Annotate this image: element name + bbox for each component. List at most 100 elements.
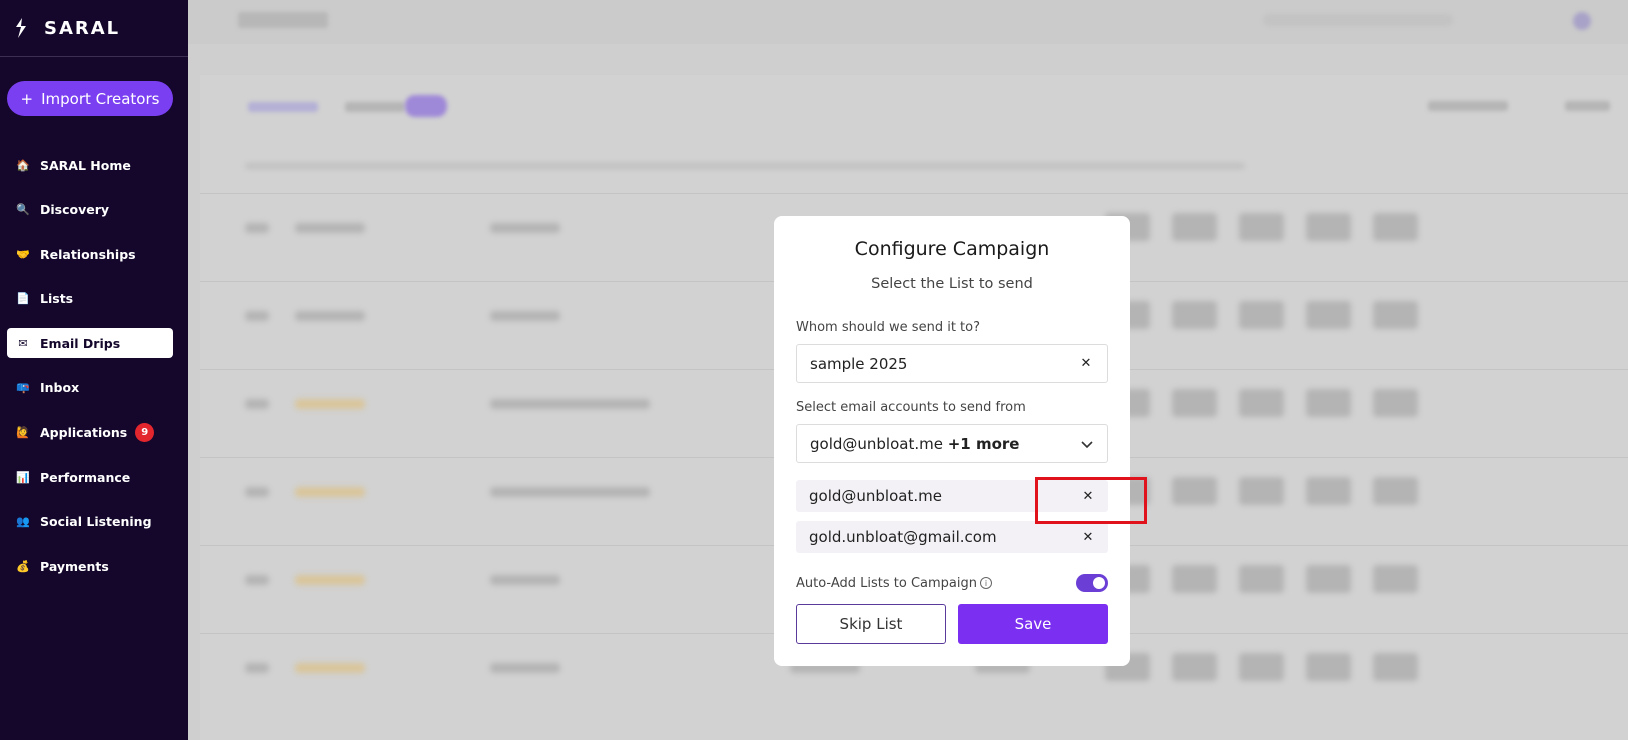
recipient-select[interactable]: sample 2025 ✕ <box>796 344 1108 383</box>
table-metric-blurred <box>1306 213 1351 241</box>
table-metric-blurred <box>1239 565 1284 593</box>
bar-chart-icon: 📊 <box>16 470 30 484</box>
highlight-box <box>1035 477 1147 524</box>
table-cell-blurred <box>245 399 269 409</box>
sidebar-item-lists[interactable]: 📄 Lists <box>7 284 173 314</box>
auto-add-row: Auto-Add Lists to Campaign i <box>796 573 1108 593</box>
filter-blurred <box>1428 101 1508 111</box>
table-row-divider <box>200 193 1628 194</box>
sidebar-item-discovery[interactable]: 🔍 Discovery <box>7 195 173 225</box>
remove-account-icon[interactable]: ✕ <box>1080 529 1096 545</box>
tab-badge-blurred <box>405 95 447 117</box>
house-icon: 🏠 <box>16 158 30 172</box>
import-creators-button[interactable]: + Import Creators <box>7 81 173 116</box>
table-metric-blurred <box>1306 389 1351 417</box>
sidebar-item-label: Performance <box>40 469 131 485</box>
table-cell-blurred <box>490 487 650 497</box>
money-bag-icon: 💰 <box>16 559 30 573</box>
notification-badge: 9 <box>135 423 155 443</box>
sidebar-item-applications[interactable]: 🙋 Applications 9 <box>7 418 173 448</box>
table-metric-blurred <box>1373 565 1418 593</box>
selected-account-email: gold@unbloat.me <box>809 487 942 505</box>
table-cell-blurred <box>245 575 269 585</box>
document-icon: 📄 <box>16 292 30 306</box>
table-metric-blurred <box>1373 653 1418 681</box>
sidebar-item-email-drips[interactable]: ✉ Email Drips <box>7 328 173 359</box>
handshake-icon: 🤝 <box>16 247 30 261</box>
table-metric-blurred <box>1172 213 1217 241</box>
sender-accounts-dropdown[interactable]: gold@unbloat.me +1 more <box>796 424 1108 463</box>
sidebar-nav: 🏠 SARAL Home 🔍 Discovery 🤝 Relationships 📄 List… <box>7 150 173 596</box>
table-metric-blurred <box>1172 301 1217 329</box>
avatar-blurred <box>1573 12 1591 30</box>
search-bar-blurred <box>1263 14 1453 26</box>
table-metric-blurred <box>1373 389 1418 417</box>
table-cell-blurred <box>295 223 365 233</box>
skip-list-button[interactable]: Skip List <box>796 604 946 644</box>
sidebar-item-label: Email Drips <box>40 335 121 351</box>
table-metric-blurred <box>1373 301 1418 329</box>
auto-add-toggle[interactable] <box>1076 574 1108 592</box>
table-cell-blurred <box>245 487 269 497</box>
brand[interactable]: SARAL <box>0 0 188 57</box>
table-metric-blurred <box>1306 565 1351 593</box>
sidebar-item-label: Lists <box>40 291 74 307</box>
sender-more-count: +1 more <box>947 434 1020 453</box>
sender-label: Select email accounts to send from <box>796 400 1026 415</box>
table-cell-blurred <box>490 311 560 321</box>
brand-name: SARAL <box>44 17 121 39</box>
table-metric-blurred <box>1306 301 1351 329</box>
sender-value: gold@unbloat.me <box>810 434 943 453</box>
table-cell-blurred <box>245 311 269 321</box>
table-metric-blurred <box>1239 301 1284 329</box>
modal-subtitle: Select the List to send <box>871 276 1033 292</box>
mailbox-icon: 📪 <box>16 381 30 395</box>
recipient-label: Whom should we send it to? <box>796 320 980 335</box>
sidebar-item-relationships[interactable]: 🤝 Relationships <box>7 239 173 269</box>
configure-campaign-modal: Configure Campaign Select the List to se… <box>774 216 1130 666</box>
selected-account-email: gold.unbloat@gmail.com <box>809 528 997 546</box>
table-metric-blurred <box>1172 389 1217 417</box>
table-cell-blurred <box>490 663 560 673</box>
sidebar-item-label: SARAL Home <box>40 157 131 173</box>
table-cell-blurred <box>245 663 269 673</box>
toggle-knob <box>1093 577 1105 589</box>
sidebar: SARAL + Import Creators 🏠 SARAL Home 🔍 Disc… <box>0 0 188 740</box>
saral-logo-icon <box>16 18 26 38</box>
table-header-blurred <box>245 163 1245 169</box>
sidebar-item-label: Social Listening <box>40 514 152 530</box>
auto-add-label: Auto-Add Lists to Campaign <box>796 575 977 591</box>
page-title-blurred <box>238 12 328 28</box>
magnifier-icon: 🔍 <box>16 203 30 217</box>
sidebar-item-payments[interactable]: 💰 Payments <box>7 551 173 581</box>
table-metric-blurred <box>1373 213 1418 241</box>
modal-title: Configure Campaign <box>854 238 1050 260</box>
sidebar-item-label: Inbox <box>40 380 80 396</box>
chevron-down-icon[interactable] <box>1080 437 1094 451</box>
clear-recipient-icon[interactable]: ✕ <box>1078 356 1094 372</box>
table-metric-blurred <box>1172 477 1217 505</box>
table-metric-blurred <box>1239 213 1284 241</box>
import-creators-label: Import Creators <box>41 89 160 108</box>
tab-blurred <box>345 102 405 112</box>
recipient-value: sample 2025 <box>810 354 908 373</box>
filter-blurred <box>1565 101 1610 111</box>
save-button[interactable]: Save <box>958 604 1108 644</box>
table-cell-blurred <box>295 311 365 321</box>
table-cell-blurred <box>245 223 269 233</box>
sidebar-item-saral-home[interactable]: 🏠 SARAL Home <box>7 150 173 180</box>
sidebar-item-inbox[interactable]: 📪 Inbox <box>7 373 173 403</box>
sidebar-item-label: Applications <box>40 425 128 441</box>
info-icon[interactable]: i <box>979 577 992 589</box>
selected-account-chip: gold.unbloat@gmail.com ✕ <box>796 521 1108 553</box>
table-metric-blurred <box>1239 389 1284 417</box>
table-metric-blurred <box>1172 653 1217 681</box>
table-metric-blurred <box>1373 477 1418 505</box>
table-metric-blurred <box>1172 565 1217 593</box>
sidebar-item-label: Relationships <box>40 246 136 262</box>
table-cell-blurred <box>295 487 365 497</box>
person-raising-hand-icon: 🙋 <box>16 426 30 440</box>
sidebar-item-performance[interactable]: 📊 Performance <box>7 462 173 492</box>
sidebar-item-label: Discovery <box>40 202 110 218</box>
sidebar-item-social-listening[interactable]: 👥 Social Listening <box>7 507 173 537</box>
